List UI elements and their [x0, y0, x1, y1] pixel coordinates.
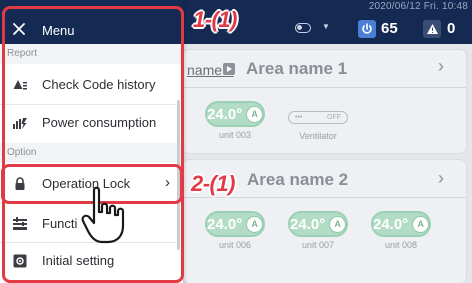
unit-temp-pill[interactable]: 24.0° A: [371, 211, 431, 237]
chevron-right-icon[interactable]: ›: [438, 56, 444, 77]
auto-mode-icon: A: [329, 215, 346, 233]
area-title: Area name 2: [247, 170, 349, 189]
unit-tile[interactable]: 24.0° A unit 007: [286, 211, 350, 250]
unit-tile[interactable]: 24.0° A unit 008: [369, 211, 433, 250]
unit-temp: 24.0°: [373, 215, 409, 233]
play-icon: [223, 63, 235, 75]
unit-tile[interactable]: 24.0° A unit 006: [203, 211, 267, 250]
unit-tile[interactable]: 24.0° A unit 003: [203, 101, 267, 140]
unit-temp-pill[interactable]: 24.0° A: [205, 211, 265, 237]
auto-mode-icon: A: [246, 215, 263, 233]
unit-temp: 24.0°: [290, 215, 326, 233]
unit-temp: 24.0°: [207, 215, 243, 233]
area-card: name 1 Area name 1 › 24.0° A unit 003 ••…: [183, 50, 466, 153]
chevron-down-icon[interactable]: ▼: [322, 22, 330, 31]
unit-name: unit 006: [218, 240, 252, 250]
power-on-count: 65: [381, 20, 398, 37]
unit-name: unit 003: [218, 130, 252, 140]
datetime-display: 2020/06/12 Fri. 10:48: [368, 1, 468, 12]
unit-name: unit 008: [384, 240, 418, 250]
alarm-count: 0: [447, 20, 456, 37]
ventilator-dots: •••: [295, 114, 303, 121]
area-title: Area name 1: [246, 59, 348, 78]
unit-temp-pill[interactable]: 24.0° A: [288, 211, 348, 237]
unit-name: Ventilator: [299, 131, 337, 141]
tap-hand-icon: [81, 186, 125, 244]
step-label: 1-(1): [193, 7, 237, 32]
chevron-right-icon[interactable]: ›: [438, 168, 444, 189]
ventilator-tile[interactable]: ••• OFF Ventilator: [286, 101, 350, 141]
area-header[interactable]: name 1 Area name 1 ›: [183, 50, 466, 88]
unit-temp-pill[interactable]: 24.0° A: [205, 101, 265, 127]
auto-mode-icon: A: [412, 215, 429, 233]
step-label: 2-(1): [191, 171, 235, 196]
unit-name: unit 007: [301, 240, 335, 250]
ventilator-state: OFF: [327, 114, 341, 121]
auto-mode-icon: A: [246, 105, 263, 123]
ventilator-switch[interactable]: ••• OFF: [288, 111, 348, 124]
power-icon[interactable]: [358, 20, 376, 38]
display-toggle-icon[interactable]: [295, 23, 311, 33]
unit-temp: 24.0°: [207, 105, 243, 123]
alarm-icon[interactable]: [423, 20, 441, 38]
